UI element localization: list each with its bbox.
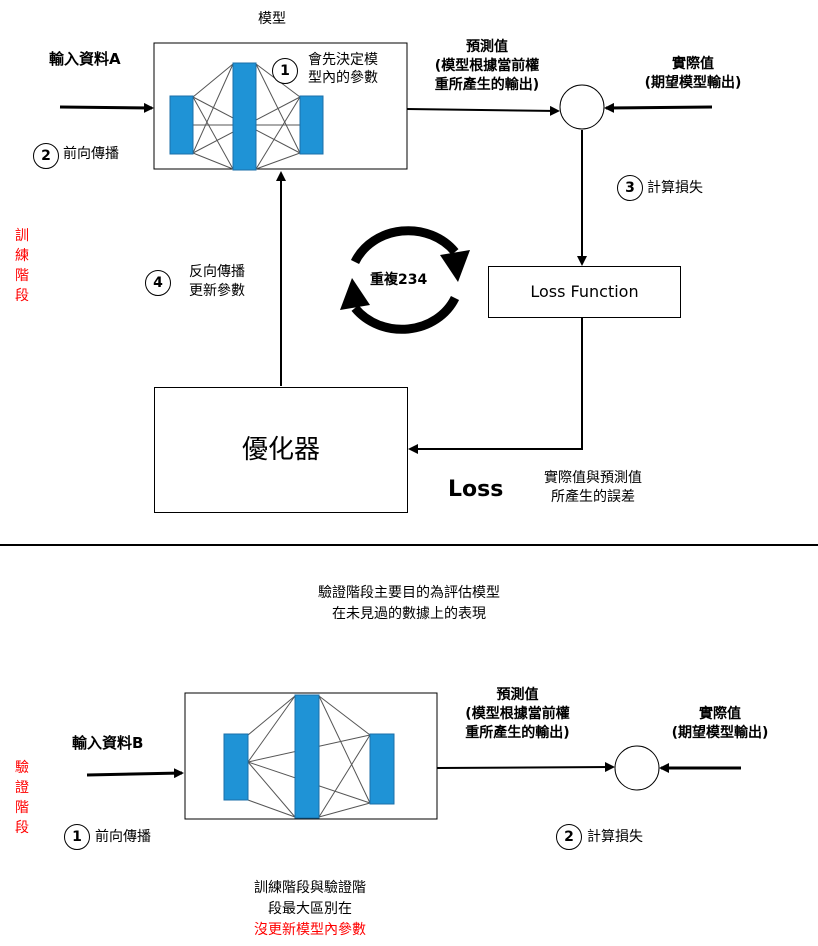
val-actual-line2: (期望模型輸出)	[671, 725, 769, 741]
loss-function-box: Loss Function	[488, 266, 681, 318]
train-input-arrow	[59, 102, 154, 113]
val-output-layer	[369, 733, 395, 805]
optimizer-box: 優化器	[154, 387, 408, 513]
train-actual-line2: (期望模型輸出)	[644, 75, 742, 91]
diff-line2: 段最大區別在	[268, 901, 352, 917]
val-compare-node	[614, 745, 660, 791]
val-actual-line1: 實際值	[699, 706, 741, 722]
train-step3-text: 計算損失	[647, 180, 703, 196]
diff-line1: 訓練階段與驗證階	[254, 880, 366, 896]
train-step1-line1: 會先決定模	[308, 52, 378, 68]
train-step1-line2: 型內的參數	[308, 70, 378, 86]
diagram-canvas	[0, 42, 818, 820]
train-step2-badge: 2	[33, 143, 59, 169]
val-prediction-arrow	[436, 762, 615, 773]
loss-label: Loss	[448, 477, 504, 502]
train-prediction-line3: 重所產生的輸出)	[434, 77, 540, 93]
train-prediction-line1: 預測值	[466, 39, 508, 55]
train-loss-to-optimizer-arrow	[408, 318, 583, 454]
repeat-label: 重複234	[370, 272, 428, 288]
train-phase-label: 訓練階段	[15, 228, 29, 304]
train-step4-line1: 反向傳播	[189, 264, 245, 280]
val-intro-line2: 在未見過的數據上的表現	[332, 606, 486, 622]
val-step2-badge: 2	[556, 824, 582, 850]
train-compare-node	[559, 84, 605, 130]
train-model-title: 模型	[258, 11, 286, 27]
val-input-label: 輸入資料B	[72, 734, 144, 752]
train-prediction-arrow	[406, 105, 560, 116]
train-step4-badge: 4	[145, 270, 171, 296]
val-input-layer	[223, 733, 249, 801]
train-hidden-layer	[232, 62, 257, 171]
train-actual-line1: 實際值	[672, 56, 714, 72]
val-prediction-line2: (模型根據當前權	[465, 706, 570, 722]
val-step1-badge: 1	[64, 824, 90, 850]
train-actual-arrow	[604, 102, 713, 113]
diff-line3: 沒更新模型內參數	[254, 922, 366, 938]
train-step1-badge: 1	[272, 58, 298, 84]
val-input-arrow	[86, 768, 184, 779]
val-phase-label: 驗證階段	[15, 760, 29, 836]
val-step1-text: 前向傳播	[95, 829, 151, 845]
val-prediction-line1: 預測值	[496, 687, 539, 703]
train-step4-line2: 更新參數	[189, 283, 245, 299]
loss-desc-line2: 所產生的誤差	[551, 489, 635, 505]
val-hidden-layer	[294, 694, 320, 819]
train-step3-badge: 3	[617, 175, 643, 201]
train-output-layer	[299, 95, 324, 155]
val-prediction-line3: 重所產生的輸出)	[465, 725, 570, 741]
val-intro-line1: 驗證階段主要目的為評估模型	[318, 585, 500, 601]
train-step2-text: 前向傳播	[63, 146, 119, 162]
train-prediction-line2: (模型根據當前權	[434, 58, 540, 74]
train-input-label: 輸入資料A	[49, 50, 121, 68]
val-step2-text: 計算損失	[587, 829, 643, 845]
loss-desc-line1: 實際值與預測值	[544, 470, 642, 486]
train-input-layer	[169, 95, 194, 155]
